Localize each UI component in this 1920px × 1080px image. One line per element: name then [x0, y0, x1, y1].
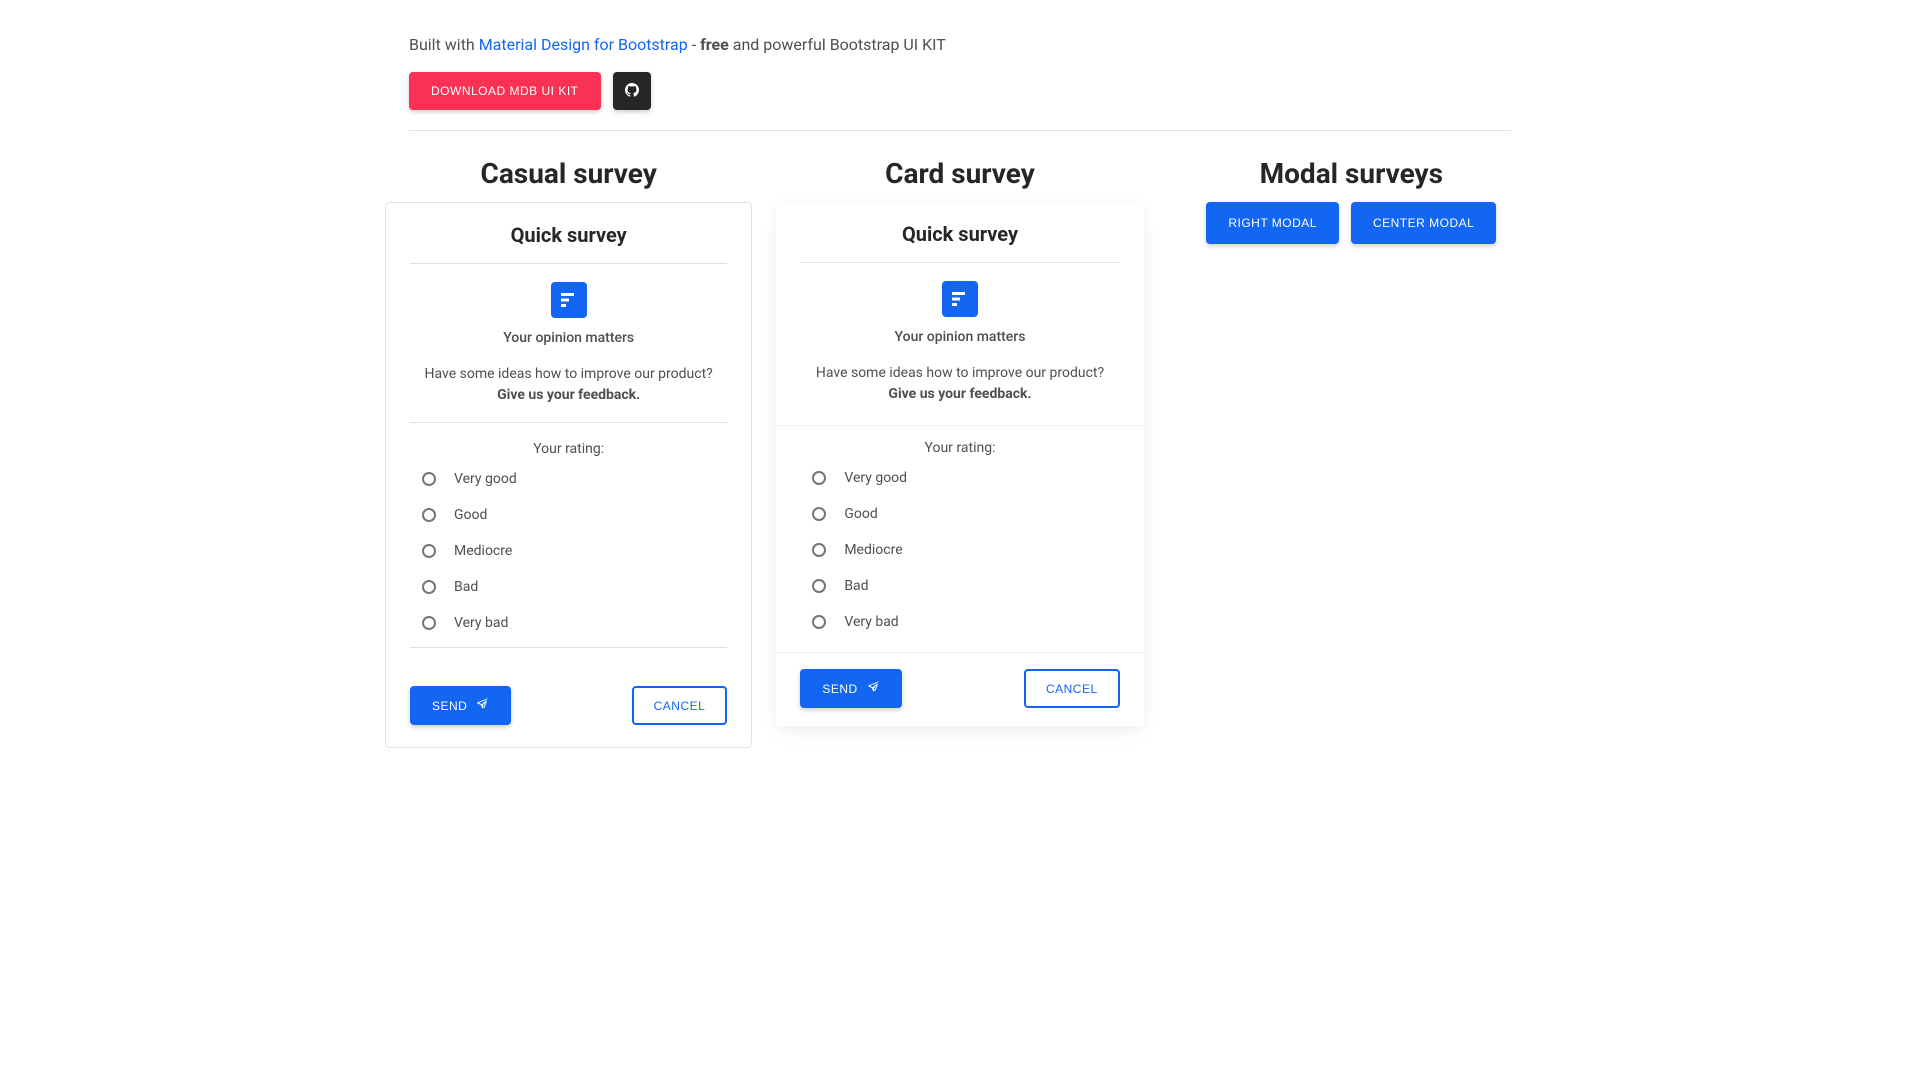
opinion-text: Your opinion matters [410, 330, 727, 346]
card-title: Card survey [776, 157, 1143, 190]
intro-text: Built with Material Design for Bootstrap… [409, 35, 1511, 54]
send-button[interactable]: SEND [410, 686, 511, 725]
radio-good[interactable]: Good [812, 506, 1107, 522]
ideas-text: Have some ideas how to improve our produ… [800, 363, 1119, 405]
radio-good[interactable]: Good [422, 507, 715, 523]
radio-icon [422, 616, 436, 630]
right-modal-button[interactable]: RIGHT MODAL [1206, 202, 1339, 244]
github-icon [625, 83, 639, 100]
ideas-text: Have some ideas how to improve our produ… [410, 364, 727, 406]
survey-title: Quick survey [410, 223, 727, 247]
download-button[interactable]: DOWNLOAD MDB UI KIT [409, 72, 601, 110]
rating-label: Your rating: [410, 441, 727, 457]
poll-icon [551, 282, 587, 318]
radio-mediocre[interactable]: Mediocre [812, 542, 1107, 558]
radio-mediocre[interactable]: Mediocre [422, 543, 715, 559]
radio-icon [812, 543, 826, 557]
poll-icon [942, 281, 978, 317]
radio-bad[interactable]: Bad [812, 578, 1107, 594]
casual-title: Casual survey [385, 157, 752, 190]
modal-surveys-column: Modal surveys RIGHT MODAL CENTER MODAL [1168, 157, 1535, 748]
send-button[interactable]: SEND [800, 669, 901, 708]
radio-icon [812, 579, 826, 593]
cancel-button[interactable]: CANCEL [632, 686, 728, 725]
radio-icon [422, 580, 436, 594]
radio-icon [422, 508, 436, 522]
card-survey-box: Quick survey Your opinion matters Have s… [776, 202, 1143, 726]
center-modal-button[interactable]: CENTER MODAL [1351, 202, 1496, 244]
casual-survey-column: Casual survey Quick survey Your opinion … [385, 157, 752, 748]
card-survey-column: Card survey Quick survey Your opinion ma… [776, 157, 1143, 748]
radio-icon [812, 507, 826, 521]
survey-title: Quick survey [800, 222, 1119, 246]
rating-label: Your rating: [800, 440, 1119, 456]
radio-icon [422, 544, 436, 558]
radio-icon [812, 615, 826, 629]
mdb-link[interactable]: Material Design for Bootstrap [479, 35, 688, 54]
paper-plane-icon [477, 698, 489, 713]
paper-plane-icon [868, 681, 880, 696]
casual-survey-box: Quick survey Your opinion matters Have s… [385, 202, 752, 748]
radio-very-bad[interactable]: Very bad [422, 615, 715, 631]
radio-icon [422, 472, 436, 486]
opinion-text: Your opinion matters [800, 329, 1119, 345]
radio-very-good[interactable]: Very good [422, 471, 715, 487]
github-button[interactable] [613, 72, 651, 110]
modal-title: Modal surveys [1168, 157, 1535, 190]
radio-very-good[interactable]: Very good [812, 470, 1107, 486]
radio-very-bad[interactable]: Very bad [812, 614, 1107, 630]
radio-bad[interactable]: Bad [422, 579, 715, 595]
radio-icon [812, 471, 826, 485]
cancel-button[interactable]: CANCEL [1024, 669, 1120, 708]
